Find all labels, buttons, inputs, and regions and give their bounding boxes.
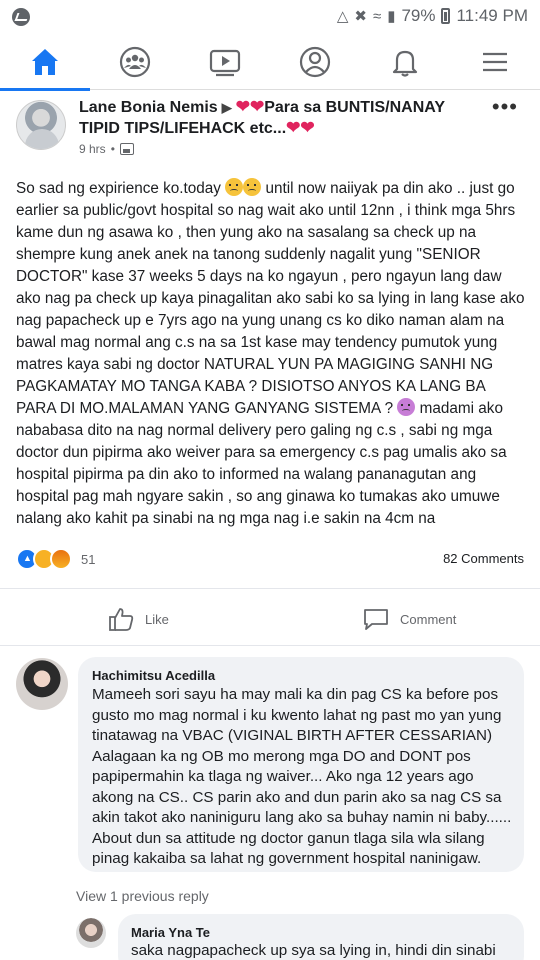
comment-text: Mameeh sori sayu ha may mali ka din pag … (92, 686, 512, 867)
heart-icon: ❤❤ (235, 97, 265, 116)
status-indicators: △ ✖ ≈ ▮ 79% 11:49 PM (337, 6, 528, 26)
groups-icon (119, 46, 151, 78)
mute-icon: ✖ (354, 8, 367, 25)
post-text: So sad ng expirience ko.today (16, 180, 226, 197)
angry-reaction-icon (50, 548, 72, 570)
signal-icon: ▮ (387, 8, 396, 25)
arrow-right-icon: ▶ (221, 100, 232, 115)
comment-button[interactable]: Comment (362, 605, 456, 633)
post-time[interactable]: 9 hrs (79, 142, 106, 156)
sync-icon: △ (336, 8, 349, 25)
sad-emoji-icon (225, 178, 244, 196)
nav-notifications[interactable] (360, 34, 450, 90)
post-header: Lane Bonia Nemis ▶ ❤❤Para sa BUNTIS/NANAY … (0, 90, 540, 170)
reactions-summary[interactable]: 51 (16, 548, 95, 570)
commenter-name[interactable]: Hachimitsu Acedilla (92, 668, 215, 683)
divider (0, 588, 540, 589)
nav-home[interactable] (0, 34, 90, 91)
heart-icon: ❤❤ (286, 118, 315, 137)
commenter-name[interactable]: Maria Yna Te (131, 925, 210, 940)
profile-icon (299, 46, 331, 78)
like-button[interactable]: Like (107, 605, 169, 633)
comments-count[interactable]: 82 Comments (443, 551, 524, 566)
divider (0, 645, 540, 646)
nauseated-emoji-icon (397, 398, 416, 416)
top-nav (0, 34, 540, 91)
status-bar: △ ✖ ≈ ▮ 79% 11:49 PM (0, 0, 540, 34)
nav-menu[interactable] (450, 34, 540, 90)
author-name[interactable]: Lane Bonia Nemis (79, 99, 218, 116)
author-avatar[interactable] (16, 100, 66, 150)
nav-watch[interactable] (180, 34, 270, 90)
commenter-avatar[interactable] (76, 918, 106, 948)
battery-icon (441, 8, 451, 24)
dot-separator: • (110, 142, 115, 156)
comment-text: saka nagpapacheck up sya sa lying in, hi… (131, 942, 496, 959)
nav-profile[interactable] (270, 34, 360, 90)
post-text: madami ako nababasa dito na nag normal d… (16, 400, 507, 527)
like-label: Like (145, 611, 169, 627)
post-body: So sad ng expirience ko.today until now … (16, 178, 528, 530)
comment-label: Comment (400, 611, 457, 627)
messenger-notification-icon (12, 8, 30, 26)
home-icon (32, 49, 58, 75)
post-meta: 9 hrs • (79, 142, 134, 156)
reaction-count: 51 (81, 551, 96, 567)
post-title-line: Lane Bonia Nemis ▶ ❤❤Para sa BUNTIS/NANAY … (79, 97, 479, 139)
thumbs-up-icon (109, 608, 134, 631)
commenter-avatar[interactable] (16, 658, 68, 710)
bell-icon (392, 50, 418, 77)
crying-emoji-icon (243, 178, 262, 196)
battery-percent: 79% (401, 6, 436, 25)
view-previous-replies-link[interactable]: View 1 previous reply (76, 888, 209, 904)
wifi-icon: ≈ (372, 7, 382, 25)
watch-icon (209, 49, 241, 77)
photo-icon (119, 143, 134, 155)
menu-icon (483, 52, 507, 72)
comment-icon (364, 609, 388, 630)
clock: 11:49 PM (456, 6, 528, 25)
more-options-button[interactable]: ••• (492, 94, 518, 120)
post-text: until now naiiyak pa din ako .. just go … (16, 180, 525, 417)
nav-groups[interactable] (90, 34, 180, 90)
